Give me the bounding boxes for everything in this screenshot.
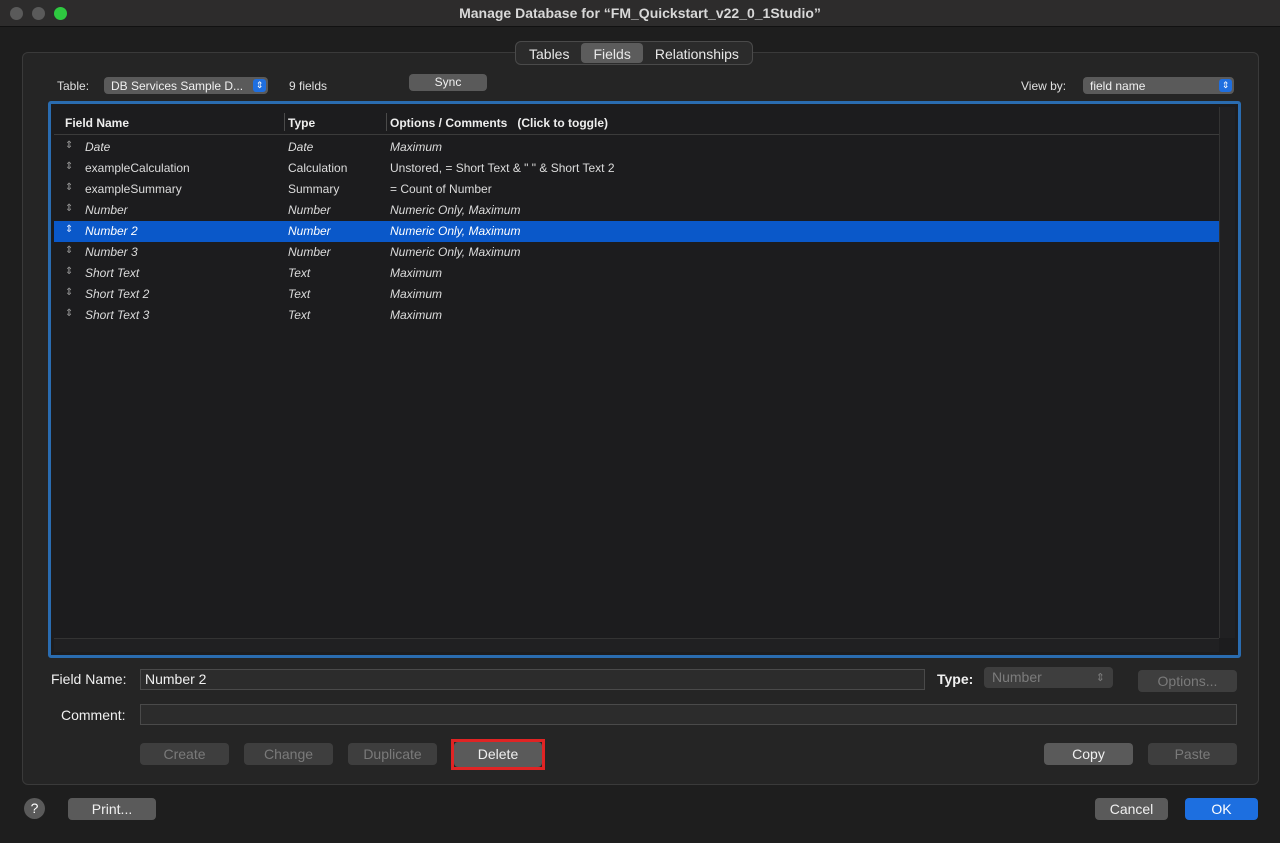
drag-handle-icon[interactable]: ⇕ (65, 308, 73, 319)
field-count: 9 fields (289, 79, 328, 93)
drag-handle-icon[interactable]: ⇕ (65, 161, 73, 172)
table-select-value: DB Services Sample D... (111, 79, 244, 93)
tab-tables[interactable]: Tables (517, 43, 581, 63)
type-select[interactable]: Number ⇕ (984, 667, 1113, 688)
table-row[interactable]: ⇕ Short Text 2 Text Maximum (54, 284, 1219, 305)
print-button[interactable]: Print... (68, 798, 156, 820)
table-label: Table: (57, 79, 90, 93)
column-header-type[interactable]: Type (288, 116, 315, 130)
create-button[interactable]: Create (140, 743, 229, 765)
duplicate-button[interactable]: Duplicate (348, 743, 437, 765)
view-by-select[interactable]: field name ⇕ (1083, 77, 1234, 94)
column-divider[interactable] (284, 113, 285, 131)
comment-input[interactable] (140, 704, 1237, 725)
table-row[interactable]: ⇕ exampleCalculation Calculation Unstore… (54, 158, 1219, 179)
drag-handle-icon[interactable]: ⇕ (65, 266, 73, 277)
table-header: Field Name Type Options / Comments (Clic… (54, 107, 1221, 135)
field-name-label: Field Name: (51, 671, 127, 687)
tab-bar: Tables Fields Relationships (515, 41, 753, 65)
fields-table: Field Name Type Options / Comments (Clic… (48, 101, 1241, 658)
table-row[interactable]: ⇕ Number Number Numeric Only, Maximum (54, 200, 1219, 221)
table-row[interactable]: ⇕ Short Text 3 Text Maximum (54, 305, 1219, 326)
field-name-input[interactable]: Number 2 (140, 669, 925, 690)
drag-handle-icon[interactable]: ⇕ (65, 140, 73, 151)
comment-label: Comment: (61, 707, 126, 723)
vertical-scrollbar[interactable] (1219, 107, 1235, 638)
copy-button[interactable]: Copy (1044, 743, 1133, 765)
horizontal-scrollbar[interactable] (54, 638, 1219, 652)
drag-handle-icon[interactable]: ⇕ (65, 245, 73, 256)
column-header-options[interactable]: Options / Comments (Click to toggle) (390, 116, 608, 130)
table-row-selected[interactable]: ⇕ Number 2 Number Numeric Only, Maximum (54, 221, 1219, 242)
type-select-value: Number (992, 669, 1042, 685)
table-row[interactable]: ⇕ Date Date Maximum (54, 137, 1219, 158)
drag-handle-icon[interactable]: ⇕ (65, 203, 73, 214)
drag-handle-icon[interactable]: ⇕ (65, 287, 73, 298)
type-label: Type: (937, 671, 974, 687)
help-icon[interactable]: ? (24, 798, 45, 819)
table-row[interactable]: ⇕ exampleSummary Summary = Count of Numb… (54, 179, 1219, 200)
sync-button[interactable]: Sync (409, 74, 487, 91)
drag-handle-icon[interactable]: ⇕ (65, 182, 73, 193)
ok-button[interactable]: OK (1185, 798, 1258, 820)
table-row[interactable]: ⇕ Short Text Text Maximum (54, 263, 1219, 284)
chevron-updown-icon: ⇕ (1219, 79, 1232, 92)
column-divider[interactable] (386, 113, 387, 131)
drag-handle-icon[interactable]: ⇕ (65, 224, 73, 235)
paste-button[interactable]: Paste (1148, 743, 1237, 765)
cancel-button[interactable]: Cancel (1095, 798, 1168, 820)
table-select[interactable]: DB Services Sample D... ⇕ (104, 77, 268, 94)
tab-fields[interactable]: Fields (581, 43, 643, 63)
options-button[interactable]: Options... (1138, 670, 1237, 692)
table-row[interactable]: ⇕ Number 3 Number Numeric Only, Maximum (54, 242, 1219, 263)
view-by-value: field name (1090, 79, 1146, 93)
tab-relationships[interactable]: Relationships (643, 43, 751, 63)
change-button[interactable]: Change (244, 743, 333, 765)
title-bar: Manage Database for “FM_Quickstart_v22_0… (0, 0, 1280, 27)
window-title: Manage Database for “FM_Quickstart_v22_0… (459, 5, 821, 21)
column-header-field-name[interactable]: Field Name (65, 116, 129, 130)
view-by-label: View by: (1021, 79, 1067, 93)
fields-table-body: Field Name Type Options / Comments (Clic… (54, 107, 1221, 638)
delete-highlight-box (451, 739, 545, 770)
chevron-updown-icon: ⇕ (1095, 672, 1105, 684)
chevron-updown-icon: ⇕ (253, 79, 266, 92)
